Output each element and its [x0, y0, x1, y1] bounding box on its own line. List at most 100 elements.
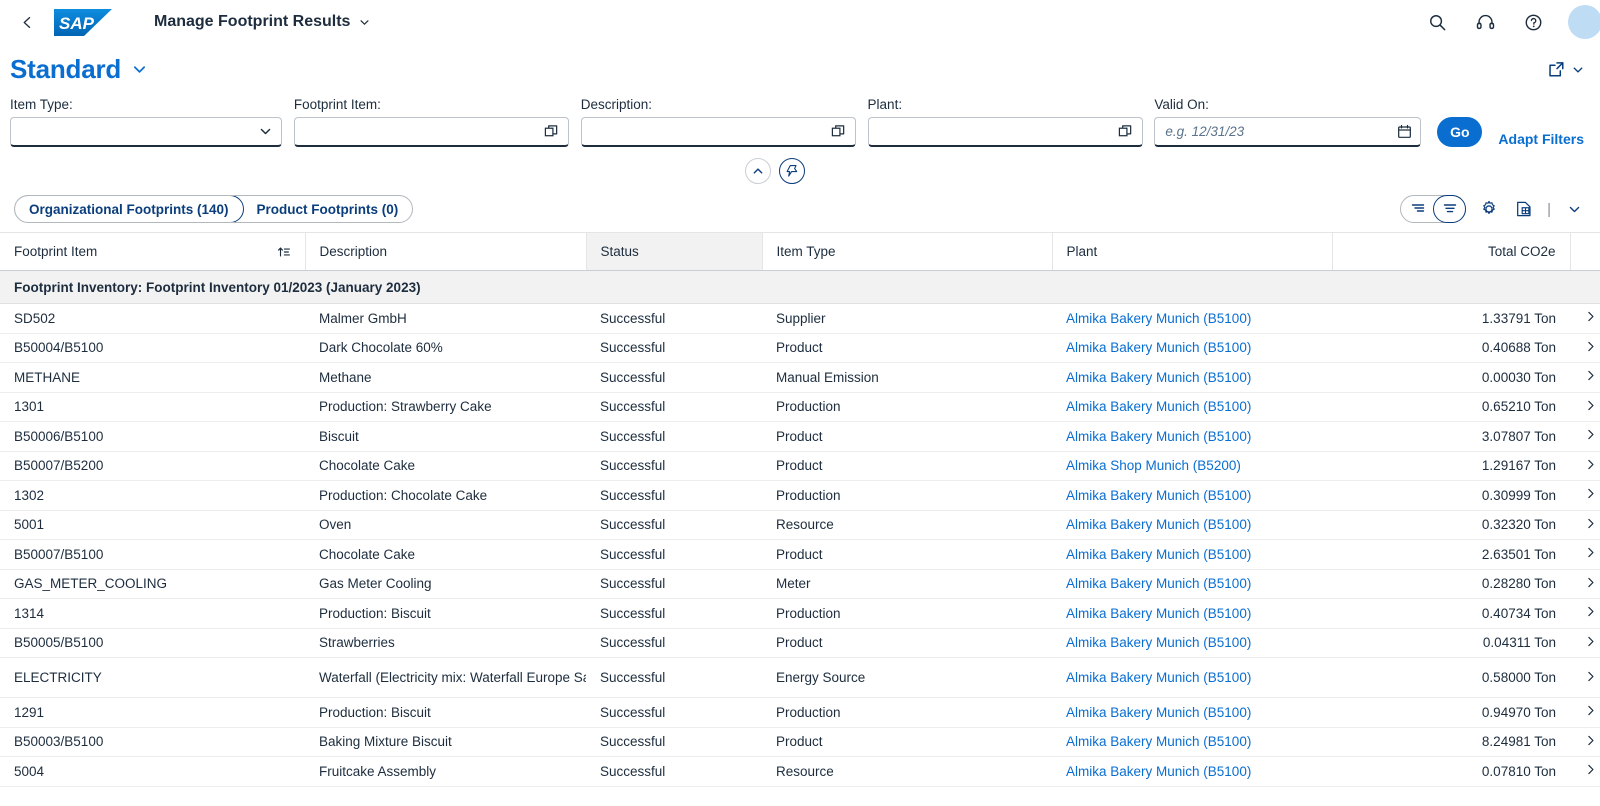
plant-link[interactable]: Almika Bakery Munich (B5100): [1066, 576, 1251, 591]
row-navigate-button[interactable]: [1570, 697, 1600, 728]
cell-plant[interactable]: Almika Bakery Munich (B5100): [1052, 657, 1332, 698]
cell-plant[interactable]: Almika Bakery Munich (B5100): [1052, 510, 1332, 540]
help-button[interactable]: [1520, 9, 1546, 35]
row-navigate-button[interactable]: [1570, 657, 1600, 698]
row-navigate-button[interactable]: [1570, 598, 1600, 629]
export-button[interactable]: [1512, 197, 1536, 221]
row-navigate-button[interactable]: [1570, 727, 1600, 757]
plant-link[interactable]: Almika Bakery Munich (B5100): [1066, 764, 1251, 779]
value-help-icon[interactable]: [544, 124, 560, 140]
plant-link[interactable]: Almika Shop Munich (B5200): [1066, 458, 1241, 473]
row-navigate-button[interactable]: [1570, 451, 1600, 481]
adapt-filters-button[interactable]: Adapt Filters: [1498, 131, 1584, 147]
plant-input[interactable]: [867, 117, 1143, 147]
row-navigate-button[interactable]: [1570, 628, 1600, 658]
go-button[interactable]: Go: [1437, 117, 1483, 147]
support-button[interactable]: [1472, 9, 1498, 35]
calendar-icon[interactable]: [1396, 124, 1412, 140]
cell-plant[interactable]: Almika Bakery Munich (B5100): [1052, 569, 1332, 599]
column-header-plant[interactable]: Plant: [1052, 232, 1333, 271]
chevron-down-icon[interactable]: [257, 124, 273, 140]
view-default-button[interactable]: [1433, 195, 1467, 223]
cell-plant[interactable]: Almika Bakery Munich (B5100): [1052, 697, 1332, 728]
cell-plant[interactable]: Almika Bakery Munich (B5100): [1052, 333, 1332, 363]
view-compact-button[interactable]: [1401, 196, 1434, 222]
row-navigate-button[interactable]: [1570, 333, 1600, 363]
cell-plant[interactable]: Almika Bakery Munich (B5100): [1052, 539, 1332, 570]
table-row[interactable]: GAS_METER_COOLING Gas Meter Cooling Succes…: [0, 569, 1600, 599]
column-header-description[interactable]: Description: [305, 232, 587, 271]
table-row[interactable]: 1314 Production: Biscuit Successful Product…: [0, 598, 1600, 629]
plant-link[interactable]: Almika Bakery Munich (B5100): [1066, 635, 1251, 650]
cell-plant[interactable]: Almika Bakery Munich (B5100): [1052, 598, 1332, 629]
tab-organizational-footprints[interactable]: Organizational Footprints (140): [15, 196, 244, 222]
plant-link[interactable]: Almika Bakery Munich (B5100): [1066, 734, 1251, 749]
row-navigate-button[interactable]: [1570, 303, 1600, 334]
description-input[interactable]: [580, 117, 856, 147]
cell-plant[interactable]: Almika Bakery Munich (B5100): [1052, 727, 1332, 757]
user-avatar[interactable]: [1568, 5, 1600, 39]
table-row[interactable]: 1291 Production: Biscuit Successful Product…: [0, 697, 1600, 728]
value-help-icon[interactable]: [831, 124, 847, 140]
collapse-filter-button[interactable]: [745, 158, 771, 184]
back-button[interactable]: [12, 7, 42, 37]
item-type-select[interactable]: [10, 117, 282, 147]
table-row[interactable]: SD502 Malmer GmbH Successful Supplier Almika…: [0, 303, 1600, 334]
column-header-status[interactable]: Status: [586, 232, 763, 271]
table-row[interactable]: B50006/B5100 Biscuit Successful Product Almi…: [0, 421, 1600, 452]
table-row[interactable]: B50007/B5100 Chocolate Cake Successful Prod…: [0, 539, 1600, 570]
table-row[interactable]: B50007/B5200 Chocolate Cake Successful Prod…: [0, 451, 1600, 481]
column-header-item-type[interactable]: Item Type: [762, 232, 1053, 271]
row-navigate-button[interactable]: [1570, 421, 1600, 452]
plant-link[interactable]: Almika Bakery Munich (B5100): [1066, 705, 1251, 720]
table-settings-button[interactable]: [1477, 197, 1501, 221]
valid-on-input[interactable]: e.g. 12/31/23: [1154, 117, 1422, 147]
cell-plant[interactable]: Almika Bakery Munich (B5100): [1052, 362, 1332, 393]
export-dropdown-button[interactable]: [1562, 197, 1586, 221]
footprint-item-input[interactable]: [293, 117, 569, 147]
table-row[interactable]: 1302 Production: Chocolate Cake Successful…: [0, 480, 1600, 511]
app-title[interactable]: Manage Footprint Results: [154, 13, 370, 31]
plant-link[interactable]: Almika Bakery Munich (B5100): [1066, 606, 1251, 621]
table-row[interactable]: B50005/B5100 Strawberries Successful Produc…: [0, 628, 1600, 658]
row-navigate-button[interactable]: [1570, 362, 1600, 393]
pin-filter-button[interactable]: [779, 158, 805, 184]
cell-plant[interactable]: Almika Bakery Munich (B5100): [1052, 392, 1332, 422]
sort-ascending-icon[interactable]: [271, 245, 291, 259]
tab-product-footprints[interactable]: Product Footprints (0): [243, 196, 413, 222]
table-row[interactable]: ELECTRICITY Waterfall (Electricity mix: W…: [0, 657, 1600, 698]
table-scroll-container[interactable]: Footprint Item Description Status Item T…: [0, 232, 1600, 796]
cell-plant[interactable]: Almika Bakery Munich (B5100): [1052, 480, 1332, 511]
chevron-down-icon[interactable]: [1572, 64, 1584, 76]
row-navigate-button[interactable]: [1570, 480, 1600, 511]
row-navigate-button[interactable]: [1570, 756, 1600, 787]
plant-link[interactable]: Almika Bakery Munich (B5100): [1066, 429, 1251, 444]
row-navigate-button[interactable]: [1570, 392, 1600, 422]
cell-plant[interactable]: Almika Bakery Munich (B5100): [1052, 756, 1332, 787]
table-row[interactable]: 1301 Production: Strawberry Cake Successfu…: [0, 392, 1600, 422]
row-navigate-button[interactable]: [1570, 510, 1600, 540]
cell-plant[interactable]: Almika Bakery Munich (B5100): [1052, 628, 1332, 658]
cell-plant[interactable]: Almika Shop Munich (B5200): [1052, 451, 1332, 481]
plant-link[interactable]: Almika Bakery Munich (B5100): [1066, 670, 1251, 685]
share-button[interactable]: [1547, 60, 1566, 79]
cell-plant[interactable]: Almika Bakery Munich (B5100): [1052, 421, 1332, 452]
table-row[interactable]: B50003/B5100 Baking Mixture Biscuit Succes…: [0, 727, 1600, 757]
row-navigate-button[interactable]: [1570, 569, 1600, 599]
plant-link[interactable]: Almika Bakery Munich (B5100): [1066, 488, 1251, 503]
table-row[interactable]: 5001 Oven Successful Resource Almika Bakery …: [0, 510, 1600, 540]
plant-link[interactable]: Almika Bakery Munich (B5100): [1066, 399, 1251, 414]
cell-plant[interactable]: Almika Bakery Munich (B5100): [1052, 303, 1332, 334]
column-header-footprint-item[interactable]: Footprint Item: [0, 232, 306, 271]
variant-selector[interactable]: Standard: [10, 54, 147, 85]
plant-link[interactable]: Almika Bakery Munich (B5100): [1066, 517, 1251, 532]
search-button[interactable]: [1424, 9, 1450, 35]
value-help-icon[interactable]: [1118, 124, 1134, 140]
column-header-total-co2e[interactable]: Total CO2e: [1332, 232, 1571, 271]
sap-logo[interactable]: SAP: [54, 8, 112, 36]
plant-link[interactable]: Almika Bakery Munich (B5100): [1066, 311, 1251, 326]
table-row[interactable]: METHANE Methane Successful Manual Emission A…: [0, 362, 1600, 393]
plant-link[interactable]: Almika Bakery Munich (B5100): [1066, 547, 1251, 562]
plant-link[interactable]: Almika Bakery Munich (B5100): [1066, 340, 1251, 355]
plant-link[interactable]: Almika Bakery Munich (B5100): [1066, 370, 1251, 385]
